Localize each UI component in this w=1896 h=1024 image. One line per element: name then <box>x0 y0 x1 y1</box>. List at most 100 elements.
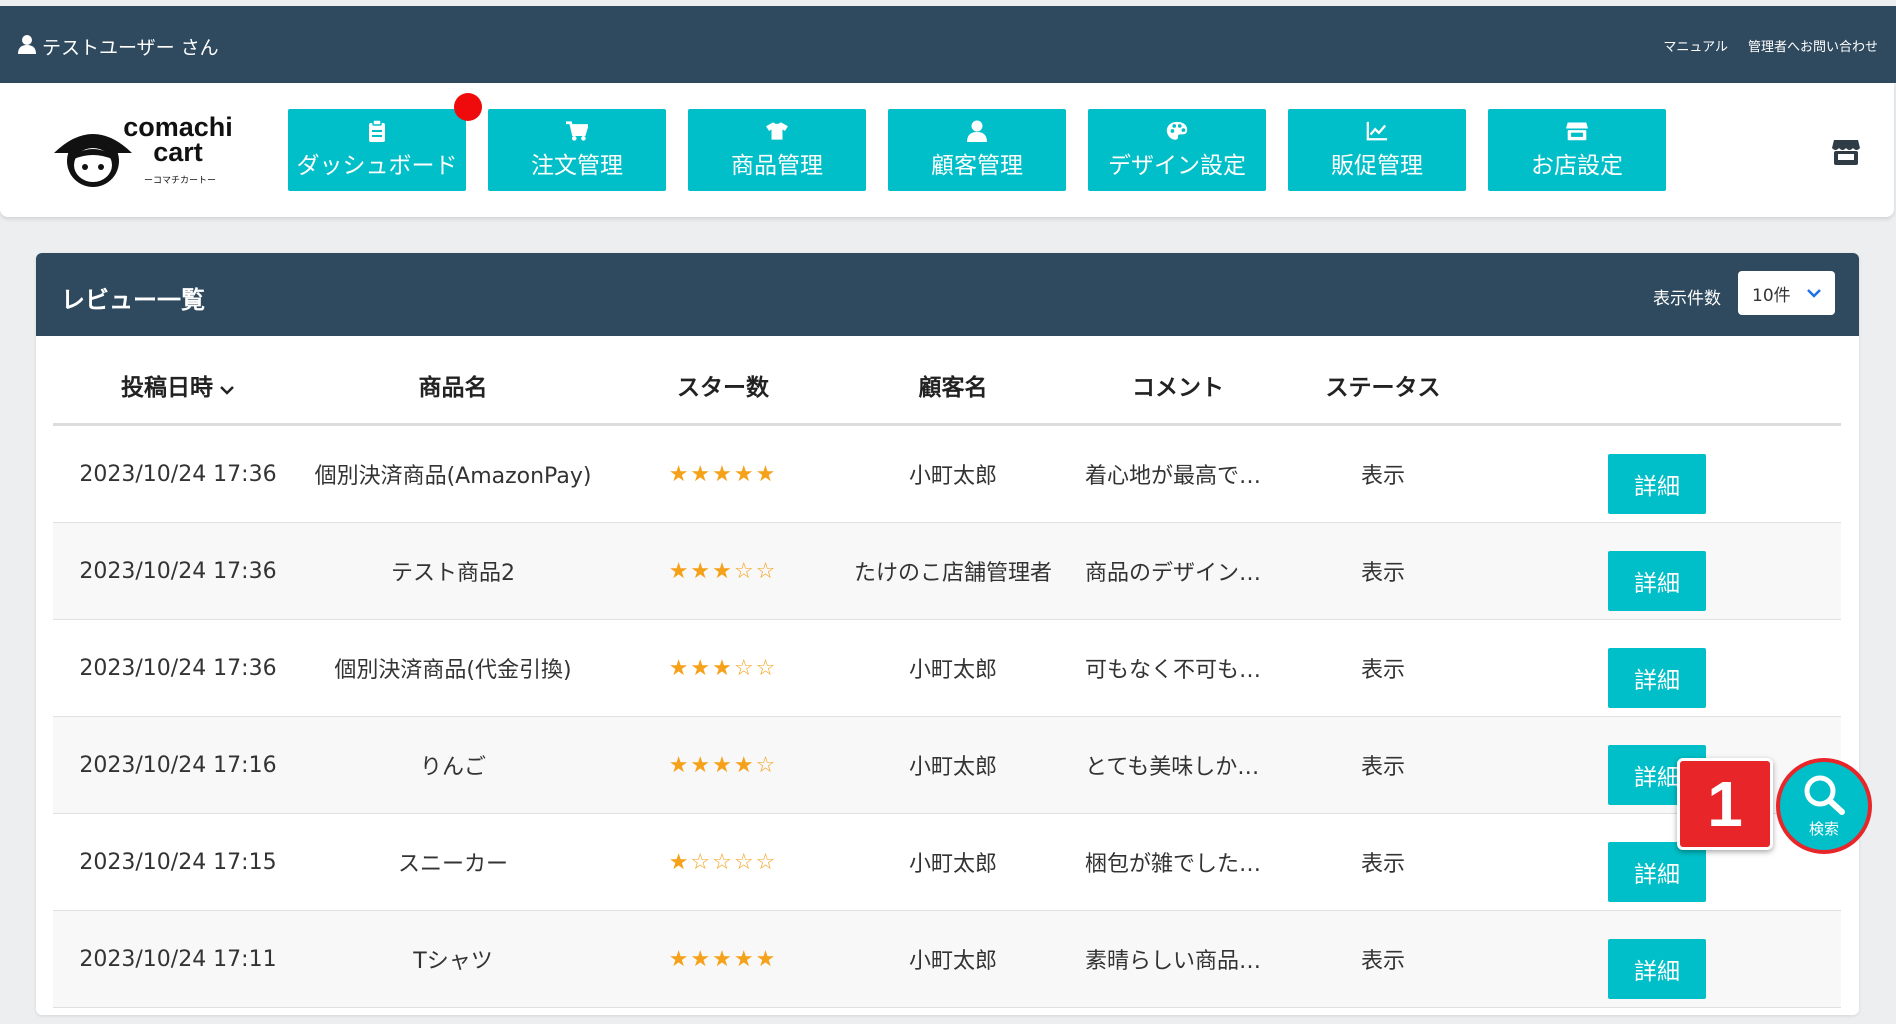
cell-customer: 小町太郎 <box>843 813 1063 911</box>
nav-design-label: デザイン設定 <box>1108 153 1246 179</box>
review-table: 投稿日時 商品名 スター数 顧客名 コメント ステータス 2023/10/24 … <box>53 347 1841 1008</box>
cell-status: 表示 <box>1293 813 1473 911</box>
cell-comment: 可もなく不可も… <box>1063 619 1293 717</box>
detail-button[interactable]: 詳細 <box>1608 551 1706 611</box>
header-customer: 顧客名 <box>843 347 1063 426</box>
palette-icon <box>1166 120 1188 142</box>
contact-admin-link[interactable]: 管理者へお問い合わせ <box>1748 36 1878 55</box>
cell-action: 詳細 <box>1473 522 1841 620</box>
detail-button[interactable]: 詳細 <box>1608 648 1706 708</box>
review-list-panel: レビュー一覧 表示件数 10件 投稿日時 商品名 スター数 顧客名 コメント ス… <box>36 253 1859 1015</box>
nav-customers-label: 顧客管理 <box>931 153 1023 179</box>
clipboard-icon <box>366 120 388 142</box>
display-count-select[interactable]: 10件 <box>1738 271 1835 315</box>
nav-orders-label: 注文管理 <box>531 153 623 179</box>
user-icon <box>966 120 988 142</box>
table-row: 2023/10/24 17:36 個別決済商品(AmazonPay) ★★★★★… <box>53 424 1841 523</box>
tshirt-icon <box>766 120 788 142</box>
detail-button[interactable]: 詳細 <box>1608 842 1706 902</box>
cart-icon <box>566 120 588 142</box>
store-icon <box>1566 120 1588 142</box>
cell-status: 表示 <box>1293 522 1473 620</box>
table-row: 2023/10/24 17:16 りんご ★★★★☆ 小町太郎 とても美味しか…… <box>53 716 1841 814</box>
cell-customer: 小町太郎 <box>843 716 1063 814</box>
panel-header: レビュー一覧 表示件数 10件 <box>36 253 1859 336</box>
nav-shop-settings-button[interactable]: お店設定 <box>1488 109 1666 191</box>
cell-product: テスト商品2 <box>303 522 603 620</box>
nav-dashboard-label: ダッシュボード <box>296 153 458 179</box>
table-row: 2023/10/24 17:36 個別決済商品(代金引換) ★★★☆☆ 小町太郎… <box>53 619 1841 717</box>
star-rating: ★★★☆☆ <box>668 655 778 681</box>
logo-text: comachi cart <box>123 112 233 167</box>
cell-comment: 素晴らしい商品… <box>1063 910 1293 1008</box>
table-row: 2023/10/24 17:36 テスト商品2 ★★★☆☆ たけのこ店舗管理者 … <box>53 522 1841 620</box>
cell-action: 詳細 <box>1473 424 1841 523</box>
top-bar: テストユーザー さん マニュアル 管理者へお問い合わせ <box>0 6 1896 83</box>
nav-dashboard-button[interactable]: ダッシュボード <box>288 109 466 191</box>
search-fab-button[interactable]: 検索 <box>1776 758 1872 854</box>
cell-comment: 着心地が最高で… <box>1063 424 1293 523</box>
cell-status: 表示 <box>1293 619 1473 717</box>
cell-comment: 商品のデザイン… <box>1063 522 1293 620</box>
nav-promotion-label: 販促管理 <box>1331 153 1423 179</box>
user-name: テストユーザー さん <box>42 37 219 59</box>
nav-customers-button[interactable]: 顧客管理 <box>888 109 1066 191</box>
nav-design-button[interactable]: デザイン設定 <box>1088 109 1266 191</box>
table-row: 2023/10/24 17:11 Tシャツ ★★★★★ 小町太郎 素晴らしい商品… <box>53 910 1841 1008</box>
nav-shop-settings-label: お店設定 <box>1531 153 1623 179</box>
cell-customer: 小町太郎 <box>843 619 1063 717</box>
cell-product: 個別決済商品(AmazonPay) <box>303 424 603 523</box>
sort-chevron-down-icon <box>219 376 235 402</box>
search-icon <box>1804 775 1845 815</box>
cell-stars: ★★★★★ <box>603 424 843 523</box>
cell-customer: 小町太郎 <box>843 910 1063 1008</box>
cell-status: 表示 <box>1293 716 1473 814</box>
star-rating: ★★★☆☆ <box>668 558 778 584</box>
detail-button[interactable]: 詳細 <box>1608 454 1706 514</box>
cell-date: 2023/10/24 17:36 <box>53 424 303 523</box>
user-info: テストユーザー さん <box>18 33 219 60</box>
cell-status: 表示 <box>1293 910 1473 1008</box>
header-status: ステータス <box>1293 347 1473 426</box>
cell-date: 2023/10/24 17:15 <box>53 813 303 911</box>
nav-promotion-button[interactable]: 販促管理 <box>1288 109 1466 191</box>
nav-orders-button[interactable]: 注文管理 <box>488 109 666 191</box>
search-fab-label: 検索 <box>1808 819 1839 838</box>
cell-stars: ★★★★☆ <box>603 716 843 814</box>
cell-date: 2023/10/24 17:16 <box>53 716 303 814</box>
header-date[interactable]: 投稿日時 <box>53 347 303 426</box>
header-comment: コメント <box>1063 347 1293 426</box>
comachi-cart-logo[interactable]: comachi cart ーコマチカートー <box>48 107 238 207</box>
top-links: マニュアル 管理者へお問い合わせ <box>1663 36 1878 55</box>
cell-action: 詳細 <box>1473 619 1841 717</box>
cell-stars: ★★★★★ <box>603 910 843 1008</box>
display-count-label: 表示件数 <box>1653 289 1721 309</box>
nav-products-label: 商品管理 <box>731 153 823 179</box>
cell-customer: 小町太郎 <box>843 424 1063 523</box>
cell-product: りんご <box>303 716 603 814</box>
step-marker: 1 <box>1677 758 1773 850</box>
chevron-down-icon <box>1807 289 1821 298</box>
cell-product: スニーカー <box>303 813 603 911</box>
nav-products-button[interactable]: 商品管理 <box>688 109 866 191</box>
cell-status: 表示 <box>1293 424 1473 523</box>
detail-button[interactable]: 詳細 <box>1608 939 1706 999</box>
cell-comment: 梱包が雑でした… <box>1063 813 1293 911</box>
cell-product: Tシャツ <box>303 910 603 1008</box>
star-rating: ★☆☆☆☆ <box>668 849 778 875</box>
header-product: 商品名 <box>303 347 603 426</box>
star-rating: ★★★★★ <box>668 461 778 487</box>
cell-customer: たけのこ店舗管理者 <box>843 522 1063 620</box>
cell-stars: ★☆☆☆☆ <box>603 813 843 911</box>
cell-date: 2023/10/24 17:11 <box>53 910 303 1008</box>
notification-dot <box>454 93 482 121</box>
display-count-value: 10件 <box>1752 285 1791 306</box>
manual-link[interactable]: マニュアル <box>1663 36 1728 55</box>
header-stars: スター数 <box>603 347 843 426</box>
cell-stars: ★★★☆☆ <box>603 619 843 717</box>
cell-comment: とても美味しか… <box>1063 716 1293 814</box>
logo-subtext: ーコマチカートー <box>144 176 217 186</box>
user-icon <box>18 34 36 59</box>
cell-action: 詳細 <box>1473 910 1841 1008</box>
store-front-icon[interactable] <box>1832 139 1860 165</box>
